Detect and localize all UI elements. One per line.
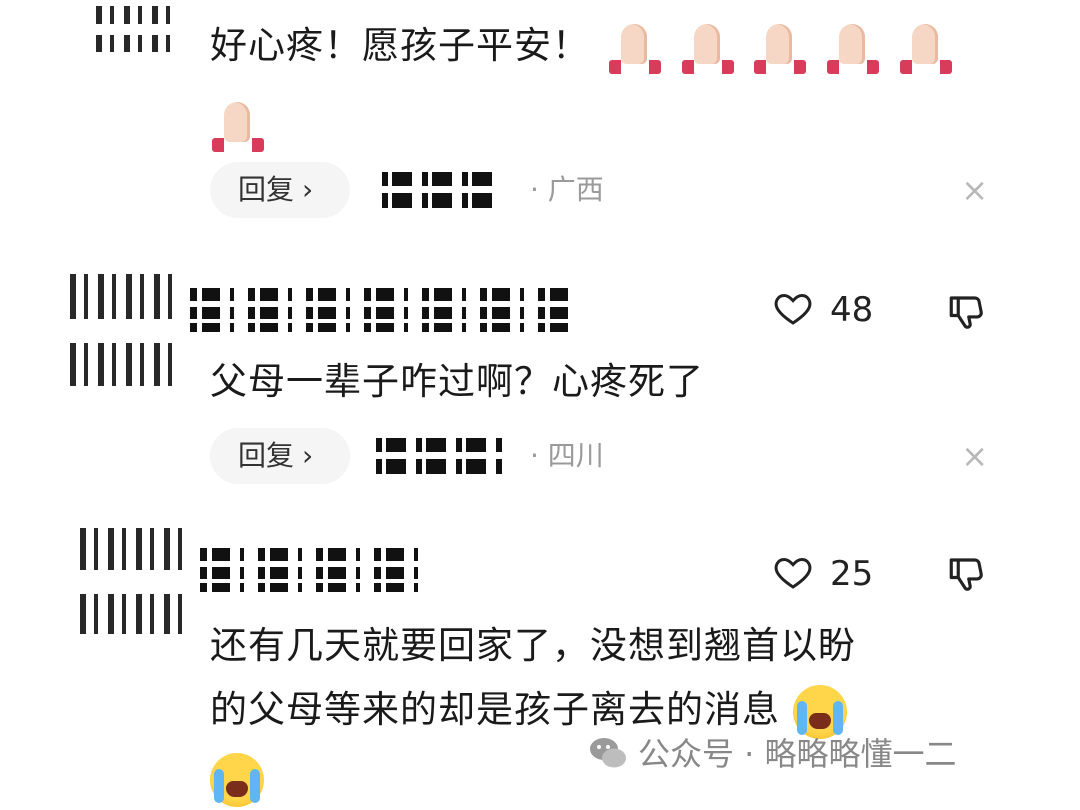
- chevron-right-icon: ›: [302, 173, 314, 206]
- reply-row: 回复 › · 广西: [210, 162, 1010, 218]
- thumbs-down-icon[interactable]: [946, 290, 988, 334]
- username[interactable]: [200, 548, 430, 592]
- chevron-right-icon: ›: [302, 439, 314, 472]
- folded-hands-icon: [752, 20, 808, 76]
- comment-1: 好心疼！愿孩子平安！ 回复 › · 广西 ×: [0, 0, 1080, 230]
- avatar[interactable]: [90, 0, 180, 62]
- close-icon[interactable]: ×: [961, 162, 988, 218]
- reply-username[interactable]: [382, 172, 492, 208]
- avatar[interactable]: [74, 522, 194, 640]
- like-count: 48: [830, 290, 874, 330]
- reply-row: 回复 › · 四川: [210, 428, 1010, 484]
- region-label: · 广西: [530, 173, 604, 206]
- like-group[interactable]: 25: [772, 546, 912, 602]
- watermark: 公众号 · 略略略懂一二: [588, 728, 1048, 780]
- comment-text: 还有几天就要回家了，没想到翘首以盼: [210, 624, 856, 667]
- avatar[interactable]: [64, 268, 184, 392]
- close-icon[interactable]: ×: [961, 428, 988, 484]
- wechat-icon: [590, 738, 626, 768]
- heart-icon[interactable]: [772, 552, 814, 592]
- region-label: · 四川: [530, 439, 604, 472]
- folded-hands-icon: [898, 20, 954, 76]
- heart-icon[interactable]: [772, 288, 814, 328]
- like-count: 25: [830, 554, 874, 594]
- folded-hands-icon: [607, 20, 663, 76]
- folded-hands-icon: [825, 20, 881, 76]
- crying-face-icon: [210, 752, 264, 807]
- reply-button[interactable]: 回复 ›: [210, 428, 350, 484]
- folded-hands-icon: [680, 20, 736, 76]
- username[interactable]: [190, 288, 570, 332]
- reply-button[interactable]: 回复 ›: [210, 162, 350, 218]
- like-group[interactable]: 48: [772, 282, 912, 338]
- comment-2: 48 父母一辈子咋过啊？心疼死了 回复 › · 四川 ×: [0, 260, 1080, 490]
- reply-username[interactable]: [376, 438, 506, 474]
- comment-text: 父母一辈子咋过啊？心疼死了: [210, 360, 704, 403]
- comment-text-line3: [210, 750, 264, 807]
- thumbs-down-icon[interactable]: [946, 552, 988, 596]
- comment-text: 好心疼！愿孩子平安！: [210, 18, 954, 76]
- watermark-text: 公众号 · 略略略懂一二: [638, 735, 957, 773]
- folded-hands-icon: [210, 98, 266, 154]
- comment-text-line2: [210, 96, 266, 154]
